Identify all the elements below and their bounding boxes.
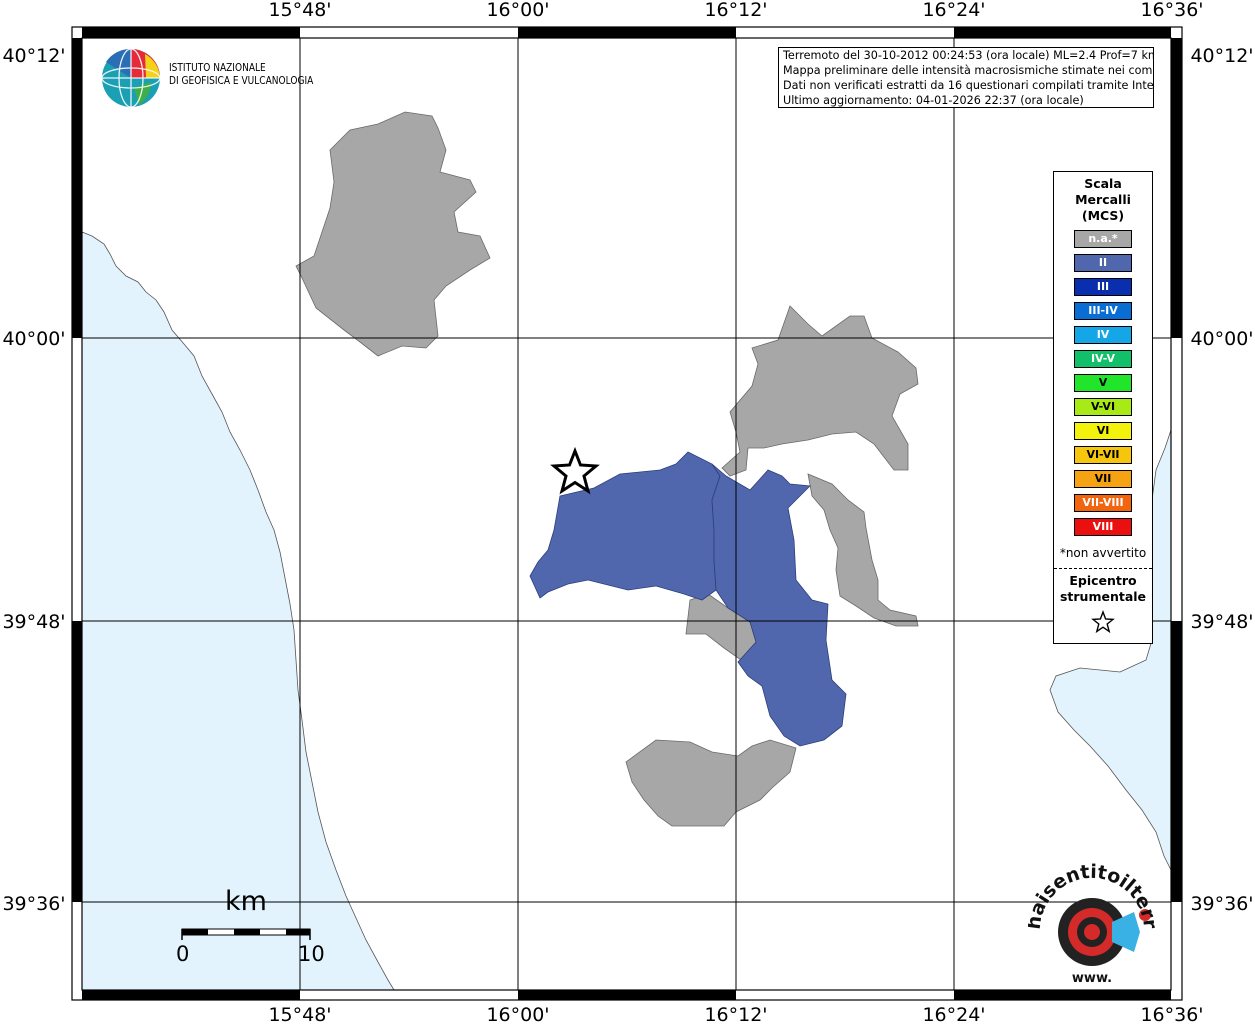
tick-label: 16°36' (1140, 0, 1203, 21)
legend-title-line1: Scala (1084, 176, 1122, 191)
legend-swatch: V-VI (1074, 398, 1132, 416)
tick-label: 39°48' (1190, 611, 1253, 633)
info-line2: Mappa preliminare delle intensità macros… (783, 64, 1154, 77)
ingv-line2: DI GEOFISICA E VULCANOLOGIA (169, 75, 314, 87)
tick-label: 40°12' (2, 45, 65, 67)
tick-labels-right: 40°12' 40°00' 39°48' 39°36' (1190, 45, 1253, 915)
legend-swatch: VI-VII (1074, 446, 1132, 464)
tick-label: 16°12' (704, 0, 767, 21)
legend-star-icon (1091, 610, 1115, 634)
legend-title-line3: (MCS) (1081, 208, 1125, 223)
info-line3: Dati non verificati estratti da 16 quest… (783, 79, 1154, 92)
ingv-globe-icon (101, 48, 161, 108)
tick-label: 16°00' (486, 0, 549, 21)
legend-swatch: IV-V (1074, 350, 1132, 368)
scale-bar-title: km (225, 886, 267, 917)
legend-swatch: VII (1074, 470, 1132, 488)
legend-title: Scala Mercalli (MCS) (1054, 176, 1152, 224)
target-center (1084, 924, 1100, 940)
legend-title-line2: Mercalli (1075, 192, 1131, 207)
legend-epicenter-label: Epicentro strumentale (1054, 573, 1152, 605)
legend-epi-line2: strumentale (1059, 589, 1147, 604)
info-line1: Terremoto del 30-10-2012 00:24:53 (ora l… (783, 49, 1154, 62)
legend-swatch: III-IV (1074, 302, 1132, 320)
legend-swatch: III (1074, 278, 1132, 296)
legend-swatch: II (1074, 254, 1132, 272)
tick-labels-left: 40°12' 40°00' 39°48' 39°36' (2, 45, 65, 915)
scale-bar-max: 10 (298, 942, 325, 966)
tick-label: 15°48' (268, 0, 331, 21)
event-info-box: Terremoto del 30-10-2012 00:24:53 (ora l… (778, 47, 1154, 108)
legend-swatch: VI (1074, 422, 1132, 440)
legend-swatch: V (1074, 374, 1132, 392)
legend-swatch: IV (1074, 326, 1132, 344)
tick-label: 16°24' (922, 1004, 985, 1024)
tick-label: 40°00' (1190, 328, 1253, 350)
tick-label: 39°36' (2, 893, 65, 915)
mcs-legend: Scala Mercalli (MCS) n.a.* II III III-IV IV I… (1053, 171, 1153, 644)
ingv-line1: ISTITUTO NAZIONALE (169, 62, 266, 74)
haisentito-www: www. (1072, 971, 1112, 986)
legend-swatch: VII-VIII (1074, 494, 1132, 512)
legend-swatch: n.a.* (1074, 230, 1132, 248)
haisentito-logo: haisentitoilterremoto.it www. (1028, 860, 1161, 986)
ingv-logo-text: ISTITUTO NAZIONALE DI GEOFISICA E VULCAN… (169, 62, 313, 88)
tick-label: 16°24' (922, 0, 985, 21)
info-line4: Ultimo aggiornamento: 04-01-2026 22:37 (… (783, 94, 1084, 107)
tick-labels-bottom: 15°48' 16°00' 16°12' 16°24' 16°36' (268, 1004, 1203, 1024)
tick-label: 16°12' (704, 1004, 767, 1024)
tick-label: 39°48' (2, 611, 65, 633)
legend-note: *non avvertito (1059, 546, 1147, 560)
tick-label: 16°36' (1140, 1004, 1203, 1024)
legend-swatch: VIII (1074, 518, 1132, 536)
scale-bar-min: 0 (176, 942, 190, 966)
legend-divider (1054, 568, 1152, 569)
legend-epi-line1: Epicentro (1069, 573, 1137, 588)
tick-labels-top: 15°48' 16°00' 16°12' 16°24' 16°36' (268, 0, 1203, 21)
tick-label: 40°00' (2, 328, 65, 350)
tick-label: 39°36' (1190, 893, 1253, 915)
tick-label: 40°12' (1190, 45, 1253, 67)
tick-label: 16°00' (486, 1004, 549, 1024)
tick-label: 15°48' (268, 1004, 331, 1024)
